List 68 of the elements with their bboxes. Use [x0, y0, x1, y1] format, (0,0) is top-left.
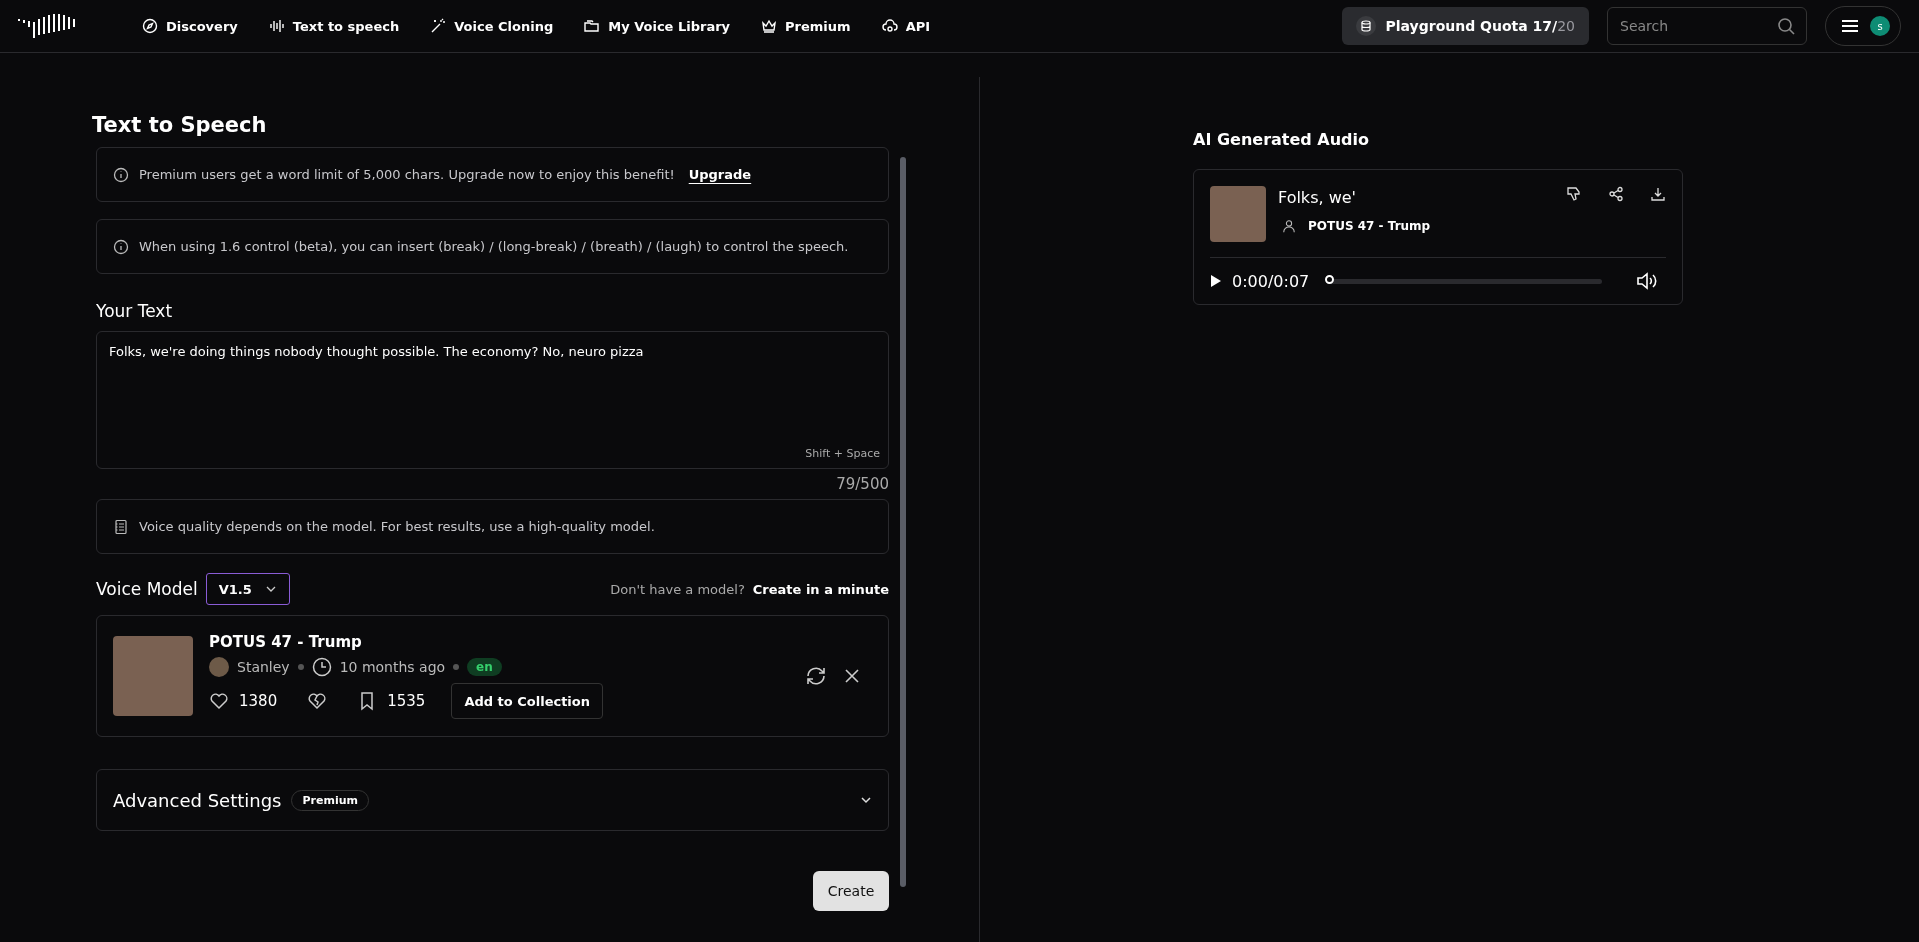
- close-icon[interactable]: [844, 668, 860, 684]
- section-label: Your Text: [96, 301, 174, 321]
- magic-wand-icon: [430, 18, 447, 34]
- nav-link[interactable]: Text to speech: [268, 18, 400, 34]
- create-model-link[interactable]: Create in a minute: [752, 581, 889, 597]
- user-avatar: s: [1870, 16, 1890, 36]
- author-avatar: [209, 657, 229, 677]
- progress-track[interactable]: [1327, 278, 1602, 284]
- voice-name: POTUS 47 - Trump: [209, 633, 363, 651]
- panel-title: Advanced Settings: [113, 789, 282, 811]
- upgrade-link[interactable]: Upgrade: [688, 167, 752, 182]
- section-title: AI Generated Audio: [1193, 130, 1371, 149]
- heart-icon[interactable]: [209, 691, 229, 711]
- language-tag: en: [467, 658, 502, 676]
- add-to-collection-button[interactable]: Add to Collection: [451, 683, 603, 719]
- search-icon: [1777, 17, 1795, 35]
- play-icon[interactable]: [1210, 274, 1222, 288]
- photo-placeholder: [1210, 186, 1266, 242]
- notice-text: When using 1.6 control (beta), you can insert (break) / (long-break) / (breath) / (laugh) to control the speech.: [139, 239, 849, 254]
- voice-name: POTUS 47 - Trump: [1308, 219, 1431, 233]
- menu-icon: [1842, 19, 1858, 33]
- nav-link[interactable]: Voice Cloning: [430, 18, 554, 34]
- nav-link[interactable]: Premium: [761, 18, 851, 34]
- nav-link[interactable]: API: [881, 18, 931, 34]
- share-icon[interactable]: [1608, 186, 1624, 202]
- document-icon: [113, 518, 129, 535]
- cloud-icon: [881, 18, 898, 34]
- advanced-settings-panel[interactable]: Advanced Settings Premium: [96, 769, 889, 831]
- model-hint: Don't have a model?: [610, 581, 745, 597]
- quota-badge[interactable]: Playground Quota 17/20: [1341, 7, 1589, 45]
- waveform-icon: [268, 18, 285, 34]
- clock-icon: [311, 657, 332, 677]
- shortcut-hint: Shift + Space: [805, 447, 880, 460]
- crown-icon: [761, 18, 778, 34]
- notice-text: Premium users get a word limit of 5,000 chars. Upgrade now to enjoy this benefit!: [139, 167, 675, 182]
- create-button[interactable]: Create: [813, 871, 889, 911]
- info-icon: [113, 238, 129, 255]
- user-icon: [1282, 219, 1296, 233]
- author-name: Stanley: [237, 659, 290, 675]
- compass-icon: [142, 18, 158, 34]
- download-icon[interactable]: [1650, 186, 1666, 202]
- separator-dot: [453, 664, 460, 670]
- nav-link[interactable]: Discovery: [142, 18, 238, 34]
- version-dropdown[interactable]: V1.5: [205, 573, 290, 605]
- quota-text: Playground Quota 17/20: [1385, 18, 1575, 34]
- character-counter: 79/500: [835, 475, 889, 493]
- chevron-down-icon: [264, 585, 277, 593]
- text-value: Folks, we're doing things nobody thought possible. The economy? No, neuro pizza: [109, 344, 644, 359]
- page-title: Text to Speech: [92, 113, 268, 137]
- folder-icon: [584, 18, 601, 34]
- audio-title: Folks, we': [1278, 188, 1357, 207]
- refresh-icon[interactable]: [804, 664, 828, 688]
- text-input-field[interactable]: Folks, we're doing things nobody thought possible. The economy? No, neuro pizza Shift + Space: [96, 331, 889, 469]
- nav-link[interactable]: My Voice Library: [584, 18, 731, 34]
- info-icon: [113, 166, 129, 183]
- separator-dot: [297, 664, 304, 670]
- notice-text: Voice quality depends on the model. For best results, use a high-quality model.: [139, 519, 655, 534]
- database-icon: [1355, 16, 1376, 36]
- search-field[interactable]: Search: [1607, 7, 1807, 45]
- section-label: Voice Model: [96, 579, 198, 599]
- volume-icon[interactable]: [1636, 272, 1658, 290]
- playback-time: 0:00/0:07: [1232, 271, 1310, 291]
- thumbs-down-icon[interactable]: [1566, 186, 1582, 202]
- save-count: 1535: [387, 692, 426, 710]
- broken-heart-icon[interactable]: [307, 691, 328, 711]
- progress-thumb[interactable]: [1325, 274, 1335, 284]
- like-count: 1380: [239, 692, 278, 710]
- created-time: 10 months ago: [339, 659, 446, 675]
